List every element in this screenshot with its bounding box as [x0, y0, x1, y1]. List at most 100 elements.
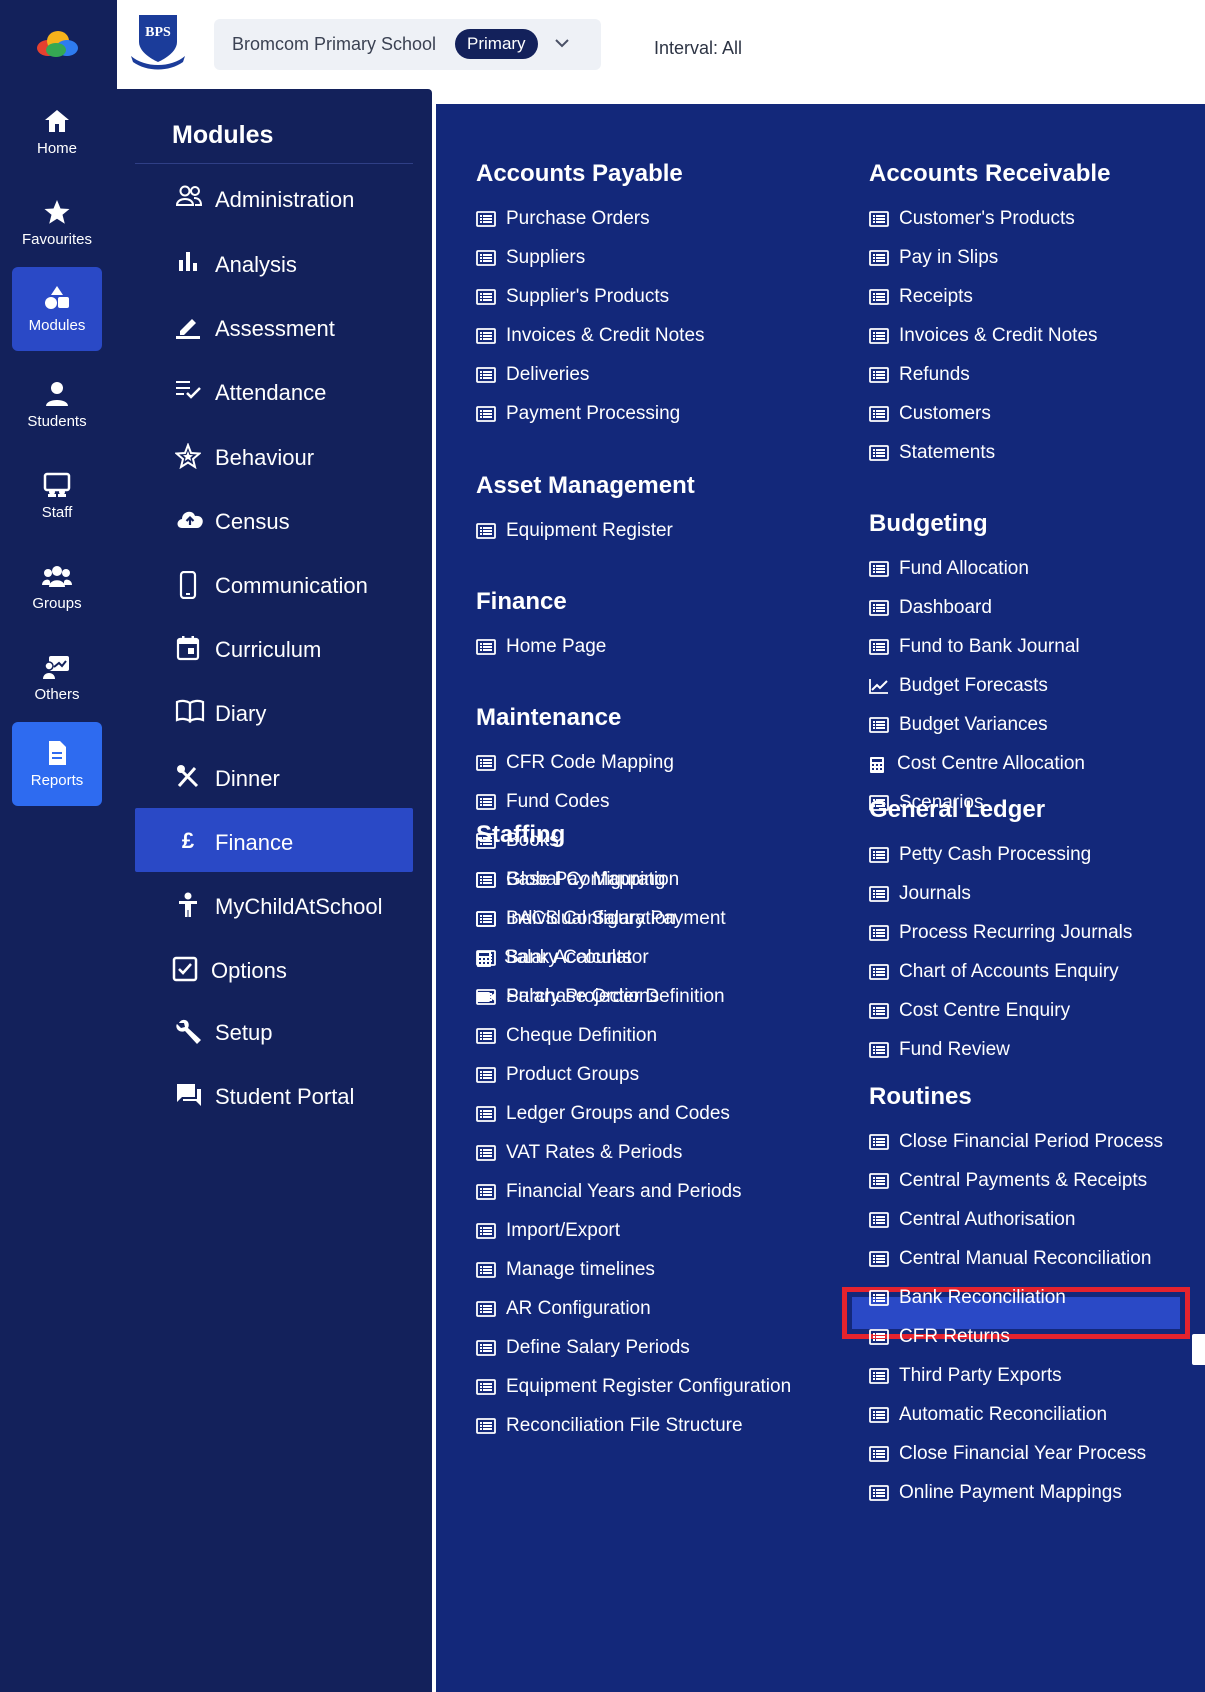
- modules-panel: Modules Administration Analysis Assessme…: [117, 89, 432, 1692]
- list-icon: [476, 211, 496, 233]
- rail-label: Favourites: [21, 231, 93, 248]
- menu-link-label: Ledger Groups and Codes: [506, 1103, 730, 1124]
- list-icon: [476, 639, 496, 661]
- module-communication[interactable]: Communication: [135, 551, 413, 615]
- module-setup[interactable]: Setup: [135, 998, 413, 1062]
- interval-label[interactable]: Interval: All: [654, 38, 742, 59]
- module-census[interactable]: Census: [135, 487, 413, 551]
- menu-link-label: Fund Allocation: [899, 558, 1029, 579]
- rail-item-reports[interactable]: Reports: [12, 722, 102, 806]
- list-icon: [476, 250, 496, 272]
- rail-label: Home: [36, 140, 77, 157]
- list-icon: [869, 561, 889, 583]
- section-title-finance: Finance: [476, 588, 567, 615]
- menu-link-label: Chart of Accounts Enquiry: [899, 961, 1119, 982]
- app-logo-icon[interactable]: [34, 28, 80, 58]
- section-title-staffing: Staffing: [476, 821, 566, 848]
- menu-link-label: Fund Review: [899, 1039, 1010, 1060]
- module-mychildatschool[interactable]: MyChildAtSchool: [135, 872, 413, 936]
- menu-link-label: Statements: [899, 442, 996, 463]
- menu-link-label: Process Recurring Journals: [899, 922, 1133, 943]
- module-behaviour[interactable]: Behaviour: [135, 423, 413, 487]
- menu-link-label: Manage timelines: [506, 1259, 655, 1280]
- section-title-routines: Routines: [869, 1083, 972, 1110]
- module-attendance[interactable]: Attendance: [135, 358, 413, 422]
- school-selector[interactable]: Bromcom Primary School Primary: [214, 19, 601, 70]
- menu-link-label: Budget Variances: [899, 714, 1048, 735]
- list-icon: [476, 755, 496, 777]
- divider: [135, 163, 413, 164]
- list-icon: [869, 639, 889, 661]
- section-title-budgeting: Budgeting: [869, 510, 988, 537]
- menu-link-label: Central Manual Reconciliation: [899, 1248, 1152, 1269]
- module-curriculum[interactable]: Curriculum: [135, 615, 413, 679]
- module-label: Attendance: [215, 380, 327, 405]
- menu-link-label: Cost Centre Allocation: [897, 753, 1085, 774]
- edge-panel: [1192, 1334, 1205, 1365]
- menu-link-label: Individual Salary Payment: [506, 908, 726, 929]
- menu-link-label: Close Financial Period Process: [899, 1131, 1164, 1152]
- rail-item-staff[interactable]: Staff: [12, 454, 102, 538]
- menu-link-label: Deliveries: [506, 364, 590, 385]
- list-icon: [869, 250, 889, 272]
- menu-link-label: Fund to Bank Journal: [899, 636, 1080, 657]
- module-label: Diary: [215, 701, 267, 726]
- list-icon: [476, 1379, 496, 1401]
- module-analysis[interactable]: Analysis: [135, 230, 413, 294]
- video-icon: [476, 989, 496, 1011]
- list-icon: [476, 289, 496, 311]
- shapes-icon: [45, 286, 69, 309]
- cutlery-icon: [175, 764, 201, 790]
- module-student-portal[interactable]: Student Portal: [135, 1062, 413, 1126]
- school-logo[interactable]: BPS: [125, 12, 191, 70]
- rail-item-groups[interactable]: Groups: [12, 545, 102, 629]
- rail-item-favourites[interactable]: Favourites: [12, 181, 102, 265]
- menu-link-label: Central Authorisation: [899, 1209, 1076, 1230]
- module-label: Census: [215, 509, 290, 534]
- module-administration[interactable]: Administration: [135, 165, 413, 229]
- child-icon: [175, 892, 201, 918]
- school-name: Bromcom Primary School: [232, 34, 437, 54]
- menu-link-label: Close Financial Year Process: [899, 1443, 1147, 1464]
- list-icon: [869, 925, 889, 947]
- module-diary[interactable]: Diary: [135, 679, 413, 743]
- pound-icon: £: [181, 828, 195, 853]
- rail-item-students[interactable]: Students: [12, 363, 102, 447]
- list-icon: [476, 1067, 496, 1089]
- menu-link-label: Base Pay Mapping: [506, 869, 666, 890]
- list-icon: [869, 1042, 889, 1064]
- list-icon: [869, 1446, 889, 1468]
- menu-link-label: Budget Forecasts: [899, 675, 1048, 696]
- section-title-general-ledger: General Ledger: [869, 796, 1046, 823]
- groups-icon: [42, 566, 72, 587]
- list-icon: [869, 964, 889, 986]
- rail-item-home[interactable]: Home: [12, 90, 102, 174]
- menu-link-label: Cost Centre Enquiry: [899, 1000, 1071, 1021]
- cloud-upload-icon: [175, 507, 203, 533]
- module-label: MyChildAtSchool: [215, 894, 383, 919]
- menu-link-label: Automatic Reconciliation: [899, 1404, 1108, 1425]
- list-icon: [476, 328, 496, 350]
- rail-label: Others: [34, 686, 80, 703]
- list-icon: [476, 1262, 496, 1284]
- list-icon: [476, 367, 496, 389]
- phone-icon: [175, 570, 201, 600]
- menu-link-label: Bank Reconciliation: [899, 1287, 1066, 1308]
- module-finance[interactable]: £ Finance: [135, 808, 413, 872]
- module-assessment[interactable]: Assessment: [135, 294, 413, 358]
- rail-item-others[interactable]: Others: [12, 636, 102, 720]
- module-dinner[interactable]: Dinner: [135, 744, 413, 808]
- checklist-icon: [175, 378, 201, 404]
- book-icon: [175, 699, 205, 725]
- rail-item-modules[interactable]: Modules: [12, 267, 102, 351]
- module-label: Assessment: [215, 316, 335, 341]
- staff-board-icon: [43, 472, 71, 497]
- list-icon: [476, 1223, 496, 1245]
- list-icon: [869, 717, 889, 739]
- module-label: Administration: [215, 187, 355, 212]
- module-options[interactable]: Options: [135, 936, 413, 1000]
- menu-link-label: Invoices & Credit Notes: [506, 325, 705, 346]
- list-icon: [869, 445, 889, 467]
- list-icon: [869, 1003, 889, 1025]
- list-icon: [869, 1485, 889, 1507]
